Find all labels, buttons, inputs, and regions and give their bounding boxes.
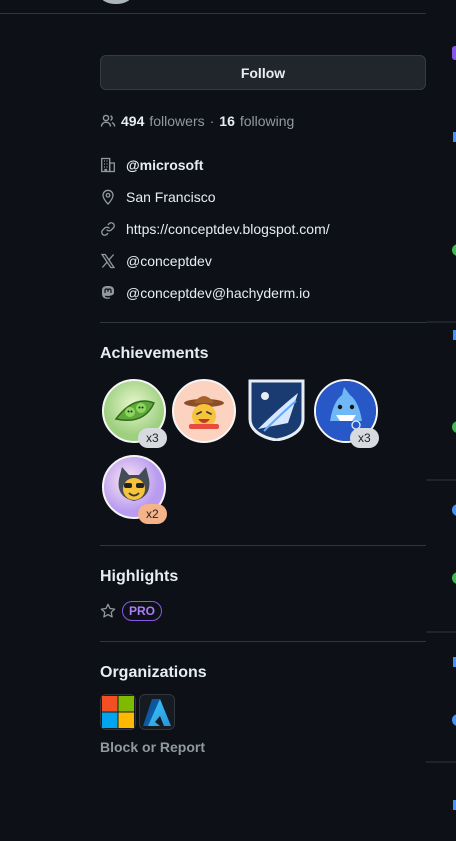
following-count: 16	[219, 113, 235, 129]
following-label: following	[239, 113, 295, 129]
peek-blue-dot-2	[452, 714, 456, 726]
follow-button[interactable]: Follow	[100, 55, 426, 90]
following-link[interactable]: 16 following	[219, 113, 294, 129]
location-text: San Francisco	[126, 189, 216, 205]
separator-dot: ·	[209, 113, 215, 129]
block-or-report-link[interactable]: Block or Report	[100, 739, 205, 755]
followers-link[interactable]: 494 followers	[121, 113, 205, 129]
pro-badge: PRO	[122, 601, 163, 621]
divider	[100, 322, 426, 323]
location-icon	[100, 189, 116, 205]
link-icon	[100, 221, 116, 237]
yolo-cowboy-icon	[174, 381, 234, 441]
peek-green-dot-2	[452, 421, 456, 433]
followers-label: followers	[149, 113, 205, 129]
vcard-location: San Francisco	[100, 187, 215, 207]
vcard-mastodon[interactable]: @conceptdev@hachyderm.io	[100, 283, 310, 303]
building-icon	[100, 157, 116, 173]
org-microsoft[interactable]	[100, 694, 136, 730]
divider	[100, 545, 426, 546]
vcard-organization[interactable]: @microsoft	[100, 155, 203, 175]
mastodon-handle[interactable]: @conceptdev@hachyderm.io	[126, 285, 310, 301]
microsoft-logo-icon	[102, 696, 134, 728]
badge-multiplier: x3	[138, 428, 167, 448]
follow-stats: 494 followers · 16 following	[100, 111, 294, 131]
badge-yolo[interactable]	[172, 379, 236, 443]
vcard-website[interactable]: https://conceptdev.blogspot.com/	[100, 219, 330, 239]
divider	[100, 641, 426, 642]
adjacent-content-peek	[426, 46, 456, 810]
x-handle[interactable]: @conceptdev	[126, 253, 212, 269]
achievements-heading: Achievements	[100, 345, 209, 362]
peek-green-dot	[452, 244, 456, 256]
mastodon-icon	[100, 285, 116, 301]
vcard-x[interactable]: @conceptdev	[100, 251, 212, 271]
peek-green-dot-3	[452, 572, 456, 584]
badge-multiplier: x3	[350, 428, 379, 448]
followers-count: 494	[121, 113, 145, 129]
avatar	[100, 0, 132, 4]
starstruck-mountain-icon	[248, 379, 305, 442]
azure-logo-icon	[143, 699, 171, 726]
website-link[interactable]: https://conceptdev.blogspot.com/	[126, 221, 330, 237]
peek-purple-mark	[452, 46, 456, 60]
organizations-heading: Organizations	[100, 664, 207, 681]
people-icon	[100, 113, 116, 129]
badge-multiplier: x2	[138, 504, 167, 524]
badge-starstruck[interactable]	[248, 379, 305, 442]
org-azure[interactable]	[139, 694, 175, 730]
organization-name: @microsoft	[126, 157, 204, 173]
star-icon	[100, 603, 116, 619]
peek-blue-dot	[452, 504, 456, 516]
highlights-heading: Highlights	[100, 568, 179, 585]
x-logo-icon	[100, 253, 116, 269]
divider	[0, 13, 426, 14]
